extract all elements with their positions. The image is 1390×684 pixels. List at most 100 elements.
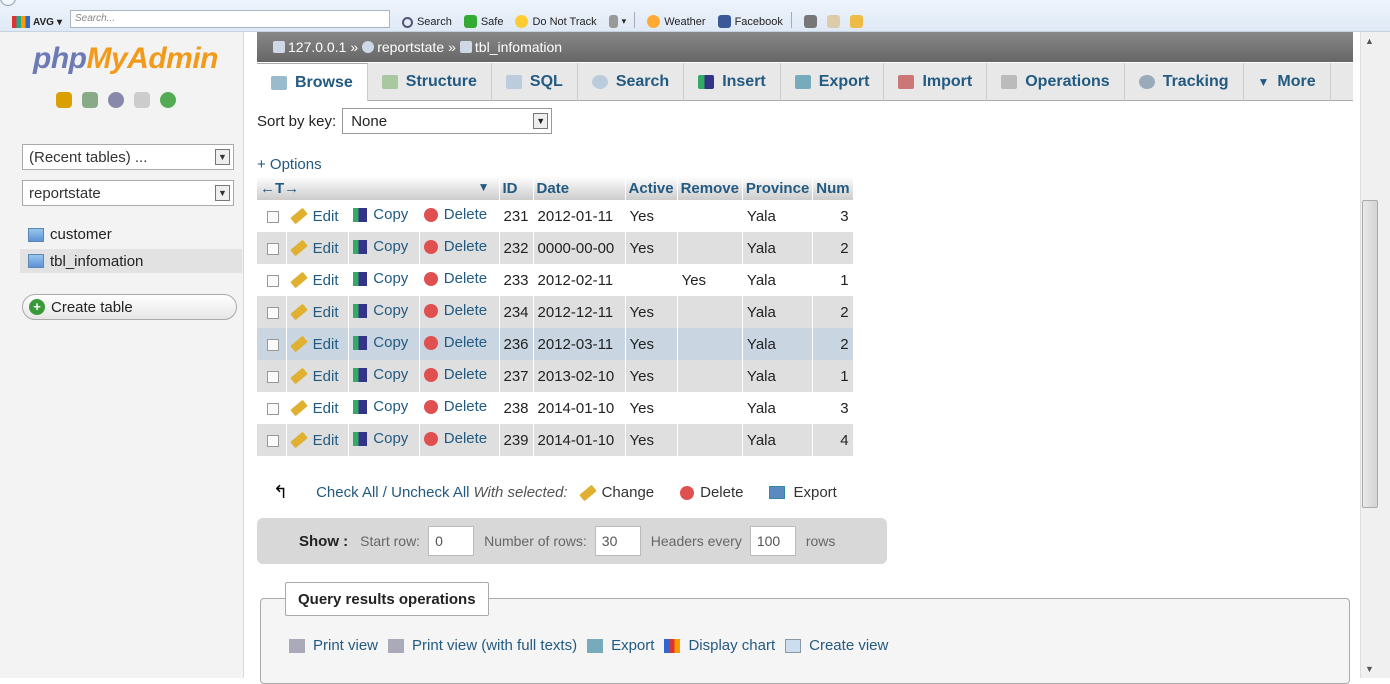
table-row[interactable]: Edit Copy Delete 239 2014-01-10 Yes Yala 4 <box>257 424 854 456</box>
cell-id[interactable]: 232 <box>499 232 534 264</box>
logout-icon[interactable] <box>82 92 98 108</box>
vertical-scrollbar[interactable]: ▲ ▼ <box>1360 32 1390 678</box>
column-header-num[interactable]: Num <box>812 176 854 200</box>
cell-id[interactable]: 239 <box>499 424 534 456</box>
tab-export[interactable]: Export <box>781 63 885 101</box>
delete-button[interactable]: Delete <box>423 334 487 351</box>
sort-arrow-icon[interactable]: ▼ <box>478 180 490 194</box>
toolbar-safe[interactable]: Safe <box>463 15 503 28</box>
row-checkbox[interactable] <box>267 338 279 351</box>
toolbar-do-not-track[interactable]: Do Not Track <box>515 15 597 28</box>
cell-remove[interactable] <box>677 424 743 456</box>
database-select[interactable]: reportstate ▼ <box>22 180 234 206</box>
copy-button[interactable]: Copy <box>353 302 408 319</box>
delete-button[interactable]: Delete <box>423 302 487 319</box>
cell-province[interactable]: Yala <box>742 392 814 424</box>
delete-button[interactable]: Delete <box>423 430 487 447</box>
delete-button[interactable]: Delete <box>423 366 487 383</box>
row-checkbox[interactable] <box>267 210 279 223</box>
cell-date[interactable]: 2012-01-11 <box>533 200 626 232</box>
cell-id[interactable]: 236 <box>499 328 534 360</box>
cell-id[interactable]: 234 <box>499 296 534 328</box>
cell-province[interactable]: Yala <box>742 424 814 456</box>
cell-date[interactable]: 2012-12-11 <box>533 296 626 328</box>
row-checkbox[interactable] <box>267 306 279 319</box>
tab-sql[interactable]: SQL <box>492 63 578 101</box>
check-all-link[interactable]: Check All / Uncheck All <box>316 484 469 501</box>
cell-date[interactable]: 2014-01-10 <box>533 392 626 424</box>
delete-button[interactable]: Delete <box>423 270 487 287</box>
tab-search[interactable]: Search <box>578 63 685 101</box>
start-row-input[interactable] <box>428 526 475 556</box>
cell-date[interactable]: 2012-02-11 <box>533 264 626 296</box>
nav-table-customer[interactable]: customer <box>28 226 112 243</box>
table-row[interactable]: Edit Copy Delete 237 2013-02-10 Yes Yala 1 <box>257 360 854 392</box>
edit-button[interactable]: Edit <box>289 272 339 289</box>
print-view-link[interactable]: Print view <box>289 637 378 654</box>
create-table-button[interactable]: + Create table <box>22 294 237 320</box>
help-icon[interactable] <box>108 92 124 108</box>
cell-active[interactable]: Yes <box>625 200 678 232</box>
cell-num[interactable]: 1 <box>812 360 854 392</box>
number-of-rows-input[interactable] <box>594 526 641 556</box>
toolbar-facebook[interactable]: Facebook <box>717 15 783 28</box>
row-checkbox[interactable] <box>267 402 279 415</box>
cell-remove[interactable] <box>677 360 743 392</box>
toolbar-notepad[interactable] <box>826 15 844 28</box>
print-view-full-link[interactable]: Print view (with full texts) <box>388 637 577 654</box>
cell-province[interactable]: Yala <box>742 296 814 328</box>
delete-button[interactable]: Delete <box>423 206 487 223</box>
copy-button[interactable]: Copy <box>353 334 408 351</box>
cell-remove[interactable] <box>677 200 743 232</box>
show-button[interactable]: Show : <box>299 533 348 550</box>
cell-num[interactable]: 2 <box>812 296 854 328</box>
cell-num[interactable]: 3 <box>812 392 854 424</box>
change-selected-button[interactable]: Change <box>578 484 654 501</box>
toolbar-calculator[interactable] <box>803 15 821 28</box>
cell-active[interactable]: Yes <box>625 232 678 264</box>
delete-selected-button[interactable]: Delete <box>680 484 743 501</box>
row-checkbox[interactable] <box>267 434 279 447</box>
table-row[interactable]: Edit Copy Delete 233 2012-02-11 Yes Yala 1 <box>257 264 854 296</box>
column-header-active[interactable]: Active <box>625 176 678 200</box>
scrollbar-thumb[interactable] <box>1362 200 1378 508</box>
cell-remove[interactable] <box>677 232 743 264</box>
cell-id[interactable]: 238 <box>499 392 534 424</box>
browser-button[interactable] <box>0 0 16 6</box>
cell-id[interactable]: 233 <box>499 264 534 296</box>
cell-province[interactable]: Yala <box>742 360 814 392</box>
edit-button[interactable]: Edit <box>289 368 339 385</box>
edit-button[interactable]: Edit <box>289 336 339 353</box>
cell-id[interactable]: 231 <box>499 200 534 232</box>
row-checkbox[interactable] <box>267 370 279 383</box>
cell-remove[interactable]: Yes <box>677 264 743 296</box>
cell-active[interactable]: Yes <box>625 424 678 456</box>
cell-active[interactable] <box>625 264 678 296</box>
reload-icon[interactable] <box>160 92 176 108</box>
cell-active[interactable]: Yes <box>625 328 678 360</box>
cell-remove[interactable] <box>677 392 743 424</box>
cell-active[interactable]: Yes <box>625 360 678 392</box>
sort-key-select[interactable]: None ▼ <box>342 108 553 134</box>
table-row[interactable]: Edit Copy Delete 232 0000-00-00 Yes Yala 2 <box>257 232 854 264</box>
table-row[interactable]: Edit Copy Delete 234 2012-12-11 Yes Yala 2 <box>257 296 854 328</box>
export-link[interactable]: Export <box>587 637 654 654</box>
home-icon[interactable] <box>56 92 72 108</box>
edit-button[interactable]: Edit <box>289 208 339 225</box>
toolbar-trash[interactable]: ▾ <box>608 15 626 28</box>
tab-operations[interactable]: Operations <box>987 63 1125 101</box>
tab-tracking[interactable]: Tracking <box>1125 63 1244 101</box>
cell-remove[interactable] <box>677 328 743 360</box>
row-checkbox[interactable] <box>267 242 279 255</box>
breadcrumb-server[interactable]: 127.0.0.1 <box>288 39 346 55</box>
copy-button[interactable]: Copy <box>353 430 408 447</box>
copy-button[interactable]: Copy <box>353 206 408 223</box>
tab-structure[interactable]: Structure <box>368 63 492 101</box>
scroll-down-icon[interactable]: ▼ <box>1365 664 1374 674</box>
recent-tables-select[interactable]: (Recent tables) ... ▼ <box>22 144 234 170</box>
cell-id[interactable]: 237 <box>499 360 534 392</box>
column-arrows[interactable]: ←T→ <box>260 180 299 197</box>
tab-browse[interactable]: Browse <box>257 63 368 101</box>
column-header-province[interactable]: Province <box>742 176 814 200</box>
cell-num[interactable]: 4 <box>812 424 854 456</box>
